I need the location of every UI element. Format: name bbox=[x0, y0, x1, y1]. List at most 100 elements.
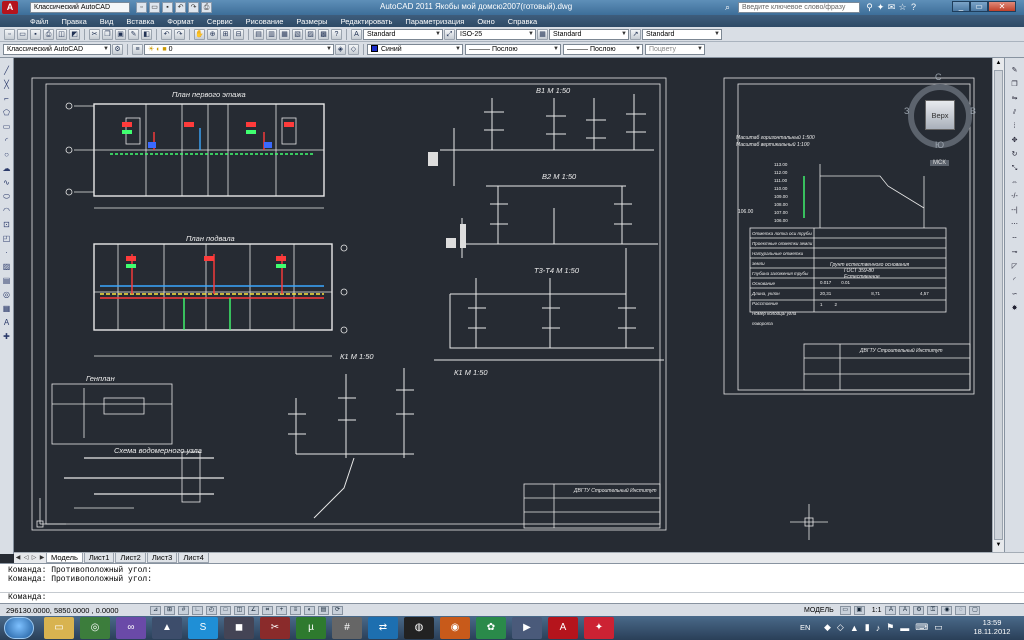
spline-icon[interactable]: ∿ bbox=[1, 177, 12, 188]
command-input[interactable]: Команда: bbox=[0, 592, 1024, 603]
quickcalc-icon[interactable]: ▩ bbox=[318, 28, 329, 40]
move-icon[interactable]: ✥ bbox=[1009, 135, 1020, 146]
design-center-icon[interactable]: ▥ bbox=[266, 28, 277, 40]
keyword-search-input[interactable]: Введите ключевое слово/фразу bbox=[738, 2, 860, 13]
table-icon[interactable]: ▦ bbox=[1, 303, 12, 314]
mirror-icon[interactable]: ⇋ bbox=[1009, 93, 1020, 104]
copy-object-icon[interactable]: ❐ bbox=[1009, 79, 1020, 90]
wcs-menu[interactable]: МСК bbox=[930, 160, 949, 166]
autocad-logo-icon[interactable]: A bbox=[2, 1, 18, 14]
quick-view-drawings-icon[interactable]: ▣ bbox=[853, 606, 865, 615]
multileader-style-select[interactable]: Standard ▼ bbox=[642, 28, 722, 40]
fillet-icon[interactable]: ◜ bbox=[1009, 275, 1020, 286]
tray-icon[interactable]: ◇ bbox=[837, 622, 844, 633]
dim-style-icon[interactable]: ⤢ bbox=[444, 28, 455, 40]
vlc-icon[interactable]: ▲ bbox=[152, 617, 182, 639]
add-selected-icon[interactable]: ✚ bbox=[1, 331, 12, 342]
file-explorer-icon[interactable]: ▭ bbox=[44, 617, 74, 639]
trim-icon[interactable]: -/- bbox=[1009, 191, 1020, 202]
communication-icon[interactable]: ✉ bbox=[886, 2, 897, 13]
open-icon[interactable]: ▭ bbox=[17, 28, 28, 40]
insert-block-icon[interactable]: ⊡ bbox=[1, 219, 12, 230]
text-style-select[interactable]: Standard ▼ bbox=[363, 28, 443, 40]
markup-icon[interactable]: ▨ bbox=[305, 28, 316, 40]
menu-parametric[interactable]: Параметризация bbox=[405, 17, 464, 26]
circle-icon[interactable]: ○ bbox=[1, 149, 12, 160]
quick-properties-icon[interactable]: ▤ bbox=[318, 606, 329, 615]
sheet-set-icon[interactable]: ▧ bbox=[292, 28, 303, 40]
array-icon[interactable]: ⁞ bbox=[1009, 121, 1020, 132]
table-style-select[interactable]: Standard ▼ bbox=[549, 28, 629, 40]
otrack-icon[interactable]: ∠ bbox=[248, 606, 259, 615]
viewcube-north[interactable]: С bbox=[935, 72, 942, 82]
ellipse-icon[interactable]: ⬭ bbox=[1, 191, 12, 202]
plotstyle-select[interactable]: Поцвету ▼ bbox=[645, 44, 705, 55]
prev-tab-icon[interactable]: ◁ bbox=[22, 554, 30, 563]
coordinate-readout[interactable]: 296130.0000, 5850.0000 , 0.0000 bbox=[6, 606, 119, 615]
skype-icon[interactable]: S bbox=[188, 617, 218, 639]
tab-layout3[interactable]: Лист3 bbox=[146, 553, 178, 563]
menu-modify[interactable]: Редактировать bbox=[341, 17, 393, 26]
multiline-text-icon[interactable]: A bbox=[1, 317, 12, 328]
rectangle-icon[interactable]: ▭ bbox=[1, 121, 12, 132]
utorrent-icon[interactable]: µ bbox=[296, 617, 326, 639]
paste-icon[interactable]: ▣ bbox=[115, 28, 126, 40]
scroll-down-icon[interactable]: ▼ bbox=[994, 542, 1003, 550]
snap-icon[interactable]: ⊞ bbox=[164, 606, 175, 615]
menu-window[interactable]: Окно bbox=[477, 17, 494, 26]
model-space-toggle[interactable]: МОДЕЛЬ bbox=[804, 607, 834, 614]
steam-icon[interactable]: ◍ bbox=[404, 617, 434, 639]
infer-constraints-icon[interactable]: ⊿ bbox=[150, 606, 161, 615]
transparency-icon[interactable]: ◐ bbox=[304, 606, 315, 615]
zoom-previous-icon[interactable]: ⊟ bbox=[233, 28, 244, 40]
viewcube-east[interactable]: В bbox=[970, 106, 976, 116]
quick-view-layouts-icon[interactable]: ▭ bbox=[839, 606, 851, 615]
auto-scale-icon[interactable]: A bbox=[899, 606, 911, 615]
new-icon[interactable]: ▫ bbox=[4, 28, 15, 40]
break-icon[interactable]: ╌ bbox=[1009, 233, 1020, 244]
save-icon[interactable]: ▪ bbox=[162, 2, 173, 13]
arc-icon[interactable]: ◜ bbox=[1, 135, 12, 146]
menu-help[interactable]: Справка bbox=[508, 17, 537, 26]
language-indicator[interactable]: EN bbox=[800, 623, 810, 632]
image-viewer-icon[interactable]: ✦ bbox=[584, 617, 614, 639]
explode-icon[interactable]: ✸ bbox=[1009, 303, 1020, 314]
print-icon[interactable]: ⎙ bbox=[43, 28, 54, 40]
maximize-button[interactable]: ▭ bbox=[970, 1, 988, 12]
extend-icon[interactable]: --| bbox=[1009, 205, 1020, 216]
flag-icon[interactable]: ⚑ bbox=[886, 622, 894, 633]
lineweight-select[interactable]: ——— Послою ▼ bbox=[563, 44, 643, 55]
network-icon[interactable]: ▮ bbox=[865, 622, 870, 633]
annotation-scale[interactable]: 1:1 bbox=[872, 607, 882, 614]
cut-icon[interactable]: ✂ bbox=[89, 28, 100, 40]
join-icon[interactable]: ⊸ bbox=[1009, 247, 1020, 258]
open-file-icon[interactable]: ▭ bbox=[149, 2, 160, 13]
tab-layout2[interactable]: Лист2 bbox=[115, 553, 146, 563]
help-icon[interactable]: ? bbox=[331, 28, 342, 40]
selection-cycling-icon[interactable]: ⟳ bbox=[332, 606, 343, 615]
workspace-settings-icon[interactable]: ⚙ bbox=[112, 44, 123, 55]
zoom-realtime-icon[interactable]: ⊕ bbox=[207, 28, 218, 40]
tab-layout1[interactable]: Лист1 bbox=[83, 553, 115, 563]
search-icon[interactable]: ⚲ bbox=[864, 2, 875, 13]
line-icon[interactable]: ╱ bbox=[1, 65, 12, 76]
chrome-icon[interactable]: ◎ bbox=[80, 617, 110, 639]
hardware-acceleration-icon[interactable]: ◉ bbox=[941, 606, 953, 615]
calculator-icon[interactable]: # bbox=[332, 617, 362, 639]
block-editor-icon[interactable]: ◧ bbox=[141, 28, 152, 40]
scroll-up-icon[interactable]: ▲ bbox=[994, 60, 1003, 68]
print-icon[interactable]: ⎙ bbox=[201, 2, 212, 13]
tab-layout4[interactable]: Лист4 bbox=[178, 553, 209, 563]
media-app-icon[interactable]: ▶ bbox=[512, 617, 542, 639]
redo-icon[interactable]: ↷ bbox=[188, 2, 199, 13]
menu-insert[interactable]: Вставка bbox=[126, 17, 154, 26]
help-icon[interactable]: ? bbox=[908, 2, 919, 13]
icq-icon[interactable]: ✿ bbox=[476, 617, 506, 639]
monitor-icon[interactable]: ▭ bbox=[934, 622, 943, 633]
layer-previous-icon[interactable]: ◇ bbox=[348, 44, 359, 55]
menu-edit[interactable]: Правка bbox=[61, 17, 86, 26]
next-tab-icon[interactable]: ▷ bbox=[30, 554, 38, 563]
table-style-icon[interactable]: ▦ bbox=[537, 28, 548, 40]
menu-file[interactable]: Файл bbox=[30, 17, 48, 26]
ellipse-arc-icon[interactable]: ◠ bbox=[1, 205, 12, 216]
